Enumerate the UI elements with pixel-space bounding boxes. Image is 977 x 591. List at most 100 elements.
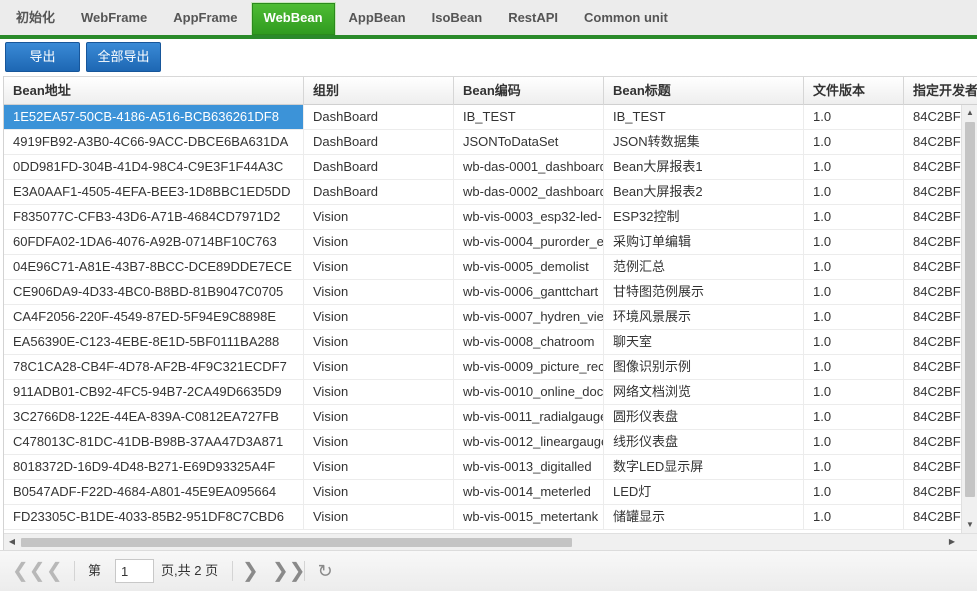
table-cell: Bean大屏报表1 [604,155,804,179]
table-row[interactable]: 0DD981FD-304B-41D4-98C4-C9E3F1F44A3C Dash… [4,155,961,180]
refresh-icon[interactable]: ↻ [314,560,336,582]
table-row[interactable]: EA56390E-C123-4EBE-8E1D-5BF0111BA288 Visi… [4,330,961,355]
table-cell: Vision [304,505,454,529]
table-cell: 84C2BF [904,105,961,129]
table-cell: 储罐显示 [604,505,804,529]
table-cell: wb-vis-0005_demolist [454,255,604,279]
table-row[interactable]: FD23305C-B1DE-4033-85B2-951DF8C7CBD6 Visi… [4,505,961,530]
tab-4[interactable]: AppBean [336,2,419,35]
table-cell: DashBoard [304,105,454,129]
chevron-right-icon[interactable]: ❯ [242,560,259,582]
double-chevron-left-icon[interactable]: ❮❮ [12,560,46,582]
table-cell: wb-vis-0014_meterled [454,480,604,504]
column-header-1[interactable]: 组别 [304,77,454,105]
pager-divider [304,561,305,581]
column-header-5[interactable]: 指定开发者 [904,77,977,105]
table-row[interactable]: CA4F2056-220F-4549-87ED-5F94E9C8898E Visi… [4,305,961,330]
column-header-2[interactable]: Bean编码 [454,77,604,105]
tab-5[interactable]: IsoBean [419,2,496,35]
table-cell: 环境风景展示 [604,305,804,329]
table-cell: wb-vis-0009_picture_rec [454,355,604,379]
chevron-left-icon[interactable]: ❮ [46,560,63,582]
column-header-4[interactable]: 文件版本 [804,77,904,105]
table-row[interactable]: E3A0AAF1-4505-4EFA-BEE3-1D8BBC1ED5DD Dash… [4,180,961,205]
table-cell: Vision [304,380,454,404]
table-body[interactable]: 1E52EA57-50CB-4186-A516-BCB636261DF8 Dash… [4,105,961,533]
table-cell: 84C2BF [904,280,961,304]
scroll-down-icon[interactable]: ▼ [962,517,977,533]
table-cell: 采购订单编辑 [604,230,804,254]
tab-0[interactable]: 初始化 [3,2,68,35]
table-cell: wb-vis-0012_lineargauge [454,430,604,454]
table-cell: Vision [304,480,454,504]
table-row[interactable]: 3C2766D8-122E-44EA-839A-C0812EA727FB Visi… [4,405,961,430]
horizontal-scroll-thumb[interactable] [21,538,572,547]
table-row[interactable]: CE906DA9-4D33-4BC0-B8BD-81B9047C0705 Visi… [4,280,961,305]
table-cell: 1.0 [804,430,904,454]
vertical-scroll-thumb[interactable] [965,122,975,497]
table-cell: DashBoard [304,180,454,204]
export-button[interactable]: 导出 [5,42,80,72]
table-cell: wb-vis-0013_digitalled [454,455,604,479]
table-cell: FD23305C-B1DE-4033-85B2-951DF8C7CBD6 [4,505,304,529]
table-cell: Vision [304,230,454,254]
table-cell: 84C2BF [904,205,961,229]
table-cell: 1.0 [804,280,904,304]
table-cell: wb-vis-0007_hydren_vie [454,305,604,329]
table-row[interactable]: 911ADB01-CB92-4FC5-94B7-2CA49D6635D9 Visi… [4,380,961,405]
column-header-0[interactable]: Bean地址 [4,77,304,105]
tab-7[interactable]: Common unit [571,2,681,35]
table-cell: F835077C-CFB3-43D6-A71B-4684CD7971D2 [4,205,304,229]
tab-2[interactable]: AppFrame [160,2,250,35]
double-chevron-right-icon[interactable]: ❯❯ [272,560,306,582]
table-cell: C478013C-81DC-41DB-B98B-37AA47D3A871 [4,430,304,454]
table-row[interactable]: 60FDFA02-1DA6-4076-A92B-0714BF10C763 Visi… [4,230,961,255]
table-cell: ESP32控制 [604,205,804,229]
table-cell: 圆形仪表盘 [604,405,804,429]
vertical-scrollbar[interactable]: ▲ ▼ [961,105,977,533]
page-number-input[interactable] [115,559,154,583]
scroll-left-icon[interactable]: ◀ [4,534,20,550]
scroll-up-icon[interactable]: ▲ [962,105,977,121]
table-row[interactable]: F835077C-CFB3-43D6-A71B-4684CD7971D2 Visi… [4,205,961,230]
page-prefix-label: 第 [88,563,102,578]
table-cell: 1E52EA57-50CB-4186-A516-BCB636261DF8 [4,105,304,129]
tab-3[interactable]: WebBean [250,2,336,35]
scroll-right-icon[interactable]: ▶ [944,534,960,550]
tab-6[interactable]: RestAPI [495,2,571,35]
table-cell: 84C2BF [904,330,961,354]
table-cell: 甘特图范例展示 [604,280,804,304]
bean-table: Bean地址 组别 Bean编码 Bean标题 文件版本 指定开发者 1E52EA57-5… [3,76,977,550]
table-cell: 84C2BF [904,305,961,329]
tab-list: 初始化 WebFrame AppFrame WebBean AppBean IsoBean… [3,2,681,35]
tab-1[interactable]: WebFrame [68,2,160,35]
column-header-3[interactable]: Bean标题 [604,77,804,105]
table-cell: Vision [304,430,454,454]
table-cell: 1.0 [804,405,904,429]
horizontal-scrollbar[interactable]: ◀ ▶ [4,533,977,550]
table-cell: 84C2BF [904,380,961,404]
table-row[interactable]: B0547ADF-F22D-4684-A801-45E9EA095664 Visi… [4,480,961,505]
table-cell: 范例汇总 [604,255,804,279]
table-row[interactable]: 8018372D-16D9-4D48-B271-E69D93325A4F Visi… [4,455,961,480]
table-cell: E3A0AAF1-4505-4EFA-BEE3-1D8BBC1ED5DD [4,180,304,204]
table-row[interactable]: 78C1CA28-CB4F-4D78-AF2B-4F9C321ECDF7 Visi… [4,355,961,380]
table-cell: 84C2BF [904,180,961,204]
table-cell: 60FDFA02-1DA6-4076-A92B-0714BF10C763 [4,230,304,254]
table-cell: 4919FB92-A3B0-4C66-9ACC-DBCE6BA631DA [4,130,304,154]
table-header: Bean地址 组别 Bean编码 Bean标题 文件版本 指定开发者 [4,76,977,105]
table-cell: CA4F2056-220F-4549-87ED-5F94E9C8898E [4,305,304,329]
scrollbar-corner [961,534,977,550]
table-cell: 线形仪表盘 [604,430,804,454]
table-row[interactable]: C478013C-81DC-41DB-B98B-37AA47D3A871 Visi… [4,430,961,455]
page-total-label: 页,共 2 页 [161,563,219,578]
table-row[interactable]: 1E52EA57-50CB-4186-A516-BCB636261DF8 Dash… [4,105,961,130]
table-cell: 1.0 [804,355,904,379]
table-cell: DashBoard [304,130,454,154]
export-all-button[interactable]: 全部导出 [86,42,161,72]
table-cell: Vision [304,280,454,304]
table-cell: Vision [304,455,454,479]
table-row[interactable]: 04E96C71-A81E-43B7-8BCC-DCE89DDE7ECE Visi… [4,255,961,280]
table-cell: wb-vis-0008_chatroom [454,330,604,354]
table-row[interactable]: 4919FB92-A3B0-4C66-9ACC-DBCE6BA631DA Dash… [4,130,961,155]
